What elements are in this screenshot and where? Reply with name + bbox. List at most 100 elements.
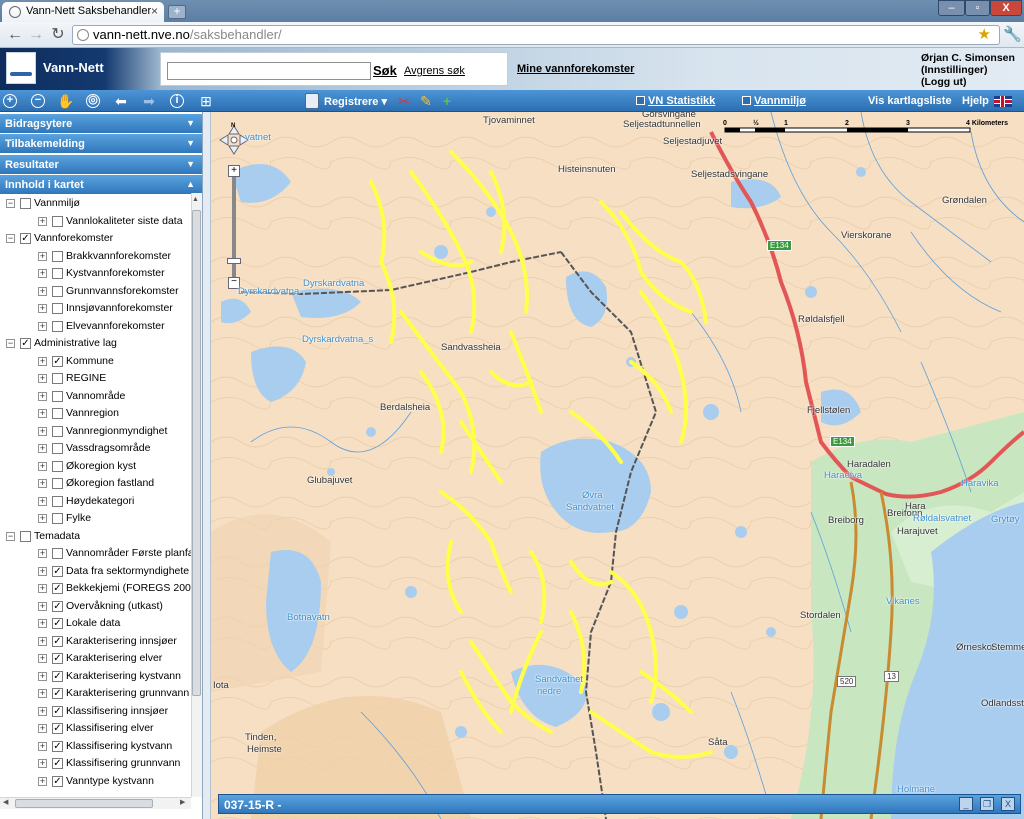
window-maximize-button[interactable]: ▫ [965,0,990,16]
window-close-button[interactable]: X [990,0,1022,16]
layer-checkbox[interactable]: ✓ [20,338,31,349]
expand-plus-icon[interactable]: + [38,549,47,558]
layer-checkbox[interactable] [52,285,63,297]
measure-icon[interactable]: ⊞ [197,92,215,110]
collapse-minus-icon[interactable]: − [6,531,15,541]
my-water-bodies-link[interactable]: Mine vannforekomster [517,63,634,75]
layer-checkbox[interactable] [52,215,63,227]
section-innhold-i-kartet[interactable]: Innhold i kartet ▲ [0,175,202,195]
edit-pencil-icon[interactable]: ✎ [417,92,435,110]
section-resultater[interactable]: Resultater ▼ [0,155,202,175]
expand-plus-icon[interactable]: + [38,461,47,471]
bookmark-star-icon[interactable]: ★ [978,26,991,44]
wrench-icon[interactable]: 🔧 [1003,25,1022,43]
expand-plus-icon[interactable]: + [38,216,47,226]
expand-plus-icon[interactable]: + [38,286,47,296]
forward-arrow-icon[interactable]: → [27,26,45,44]
expand-plus-icon[interactable]: + [38,356,47,366]
settings-link[interactable]: (Innstillinger) [921,64,1015,76]
expand-plus-icon[interactable]: + [38,426,47,436]
expand-plus-icon[interactable]: + [38,409,47,418]
help-button[interactable]: Hjelp [962,95,989,107]
pan-hand-icon[interactable]: ✋ [57,92,75,110]
layer-checkbox[interactable]: ✓ [52,635,63,647]
layer-checkbox[interactable] [52,373,63,384]
layer-checkbox[interactable]: ✓ [52,600,63,612]
section-tilbakemelding[interactable]: Tilbakemelding ▼ [0,134,202,154]
layer-checkbox[interactable] [20,530,31,542]
expand-plus-icon[interactable]: + [38,689,47,698]
expand-plus-icon[interactable]: + [38,671,47,681]
scroll-left-icon[interactable]: ◀ [3,798,8,806]
layer-checkbox[interactable]: ✓ [52,740,63,752]
new-tab-button[interactable]: + [168,5,186,19]
search-input[interactable] [167,62,371,80]
zoom-in-icon[interactable]: + [3,94,17,108]
expand-plus-icon[interactable]: + [38,724,47,733]
expand-plus-icon[interactable]: + [38,444,47,453]
layer-checkbox[interactable] [52,548,63,559]
expand-plus-icon[interactable]: + [38,776,47,786]
expand-plus-icon[interactable]: + [38,584,47,593]
expand-plus-icon[interactable]: + [38,479,47,488]
expand-plus-icon[interactable]: + [38,601,47,611]
vscroll-thumb[interactable] [192,210,201,696]
show-layer-list-button[interactable]: Vis kartlagsliste [868,95,952,107]
expand-plus-icon[interactable]: + [38,566,47,576]
logout-link[interactable]: (Logg ut) [921,76,1015,88]
scroll-up-icon[interactable]: ▲ [192,196,199,203]
refine-search-link[interactable]: Avgrens søk [404,65,465,77]
window-minimize-button[interactable]: – [938,0,965,16]
select-tool-icon[interactable]: ✂ [395,92,413,110]
layer-checkbox[interactable]: ✓ [52,775,63,787]
layer-checkbox[interactable]: ✓ [52,688,63,699]
info-icon[interactable]: i [170,94,184,108]
vannmiljo-link[interactable]: Vannmiljø [754,95,806,107]
layer-checkbox[interactable]: ✓ [52,355,63,367]
back-arrow-icon[interactable]: ← [6,26,24,44]
minimize-button[interactable]: _ [959,797,973,811]
hscroll-thumb[interactable] [15,799,153,808]
panel-splitter[interactable] [203,112,211,819]
layer-checkbox[interactable]: ✓ [52,583,63,594]
layer-checkbox[interactable] [52,478,63,489]
layer-checkbox[interactable] [52,513,63,524]
layer-checkbox[interactable] [52,408,63,419]
layer-checkbox[interactable] [20,198,31,209]
collapse-minus-icon[interactable]: − [6,234,15,243]
expand-plus-icon[interactable]: + [38,251,47,261]
layer-checkbox[interactable]: ✓ [52,618,63,629]
scroll-right-icon[interactable]: ▶ [180,798,185,806]
layer-checkbox[interactable]: ✓ [52,670,63,682]
expand-plus-icon[interactable]: + [38,619,47,628]
expand-plus-icon[interactable]: + [38,706,47,716]
restore-button[interactable]: ❐ [980,797,994,811]
zoom-slider-thumb[interactable] [227,258,241,264]
expand-plus-icon[interactable]: + [38,321,47,331]
collapse-minus-icon[interactable]: − [6,199,15,208]
register-menu[interactable]: Registrere ▾ [324,95,387,108]
expand-plus-icon[interactable]: + [38,759,47,768]
zoom-out-icon[interactable]: − [31,94,45,108]
add-feature-icon[interactable]: + [438,92,456,110]
expand-plus-icon[interactable]: + [38,304,47,313]
expand-plus-icon[interactable]: + [38,374,47,383]
zoom-extent-icon[interactable]: ◎ [86,94,100,108]
layer-checkbox[interactable]: ✓ [52,705,63,717]
address-bar[interactable]: vann-nett.nve.no/saksbehandler/ ★ [72,25,1000,45]
map-zoom-in-button[interactable]: + [228,165,240,177]
expand-plus-icon[interactable]: + [38,514,47,523]
layer-checkbox[interactable] [52,495,63,507]
search-button[interactable]: Søk [373,63,397,78]
layer-checkbox[interactable] [52,425,63,437]
next-extent-arrow-icon[interactable]: ➡ [140,92,158,110]
close-button[interactable]: X [1001,797,1015,811]
layer-checkbox[interactable] [52,320,63,332]
layer-checkbox[interactable]: ✓ [52,565,63,577]
vn-statistikk-link[interactable]: VN Statistikk [648,95,715,107]
expand-plus-icon[interactable]: + [38,269,47,278]
layer-checkbox[interactable]: ✓ [52,653,63,664]
expand-plus-icon[interactable]: + [38,391,47,401]
map-view[interactable]: N + − 0 ½ 1 2 3 4 Kilometers Tjovaminnet… [211,112,1024,819]
layer-checkbox[interactable] [52,268,63,279]
